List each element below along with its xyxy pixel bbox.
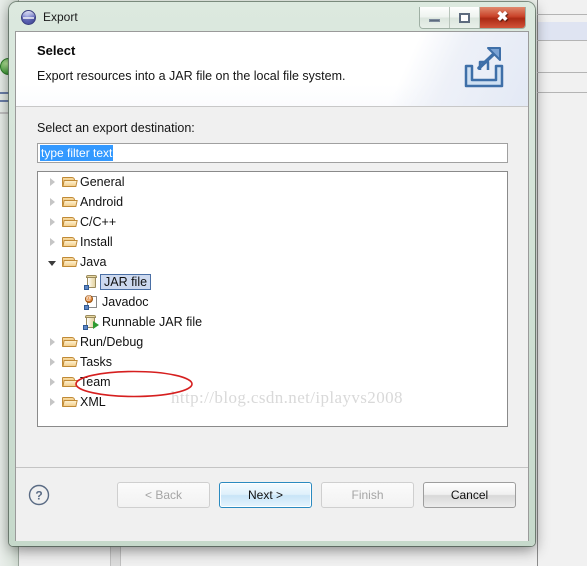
tree-item-install[interactable]: Install	[38, 232, 507, 252]
tree-item-label: C/C++	[80, 215, 117, 229]
dialog-button-row: < Back Next > Finish Cancel	[117, 482, 516, 508]
tree-item-label: Run/Debug	[80, 335, 144, 349]
maximize-icon	[459, 12, 470, 23]
window-title: Export	[43, 10, 78, 24]
chevron-right-icon[interactable]	[44, 218, 60, 226]
button-label: < Back	[144, 488, 183, 502]
export-dialog: Export ✖ Select Export resources into a …	[9, 2, 535, 546]
dialog-titlebar[interactable]: Export ✖	[15, 7, 529, 31]
tree-item-label: Android	[80, 195, 124, 209]
folder-icon	[60, 356, 78, 368]
javadoc-icon: @	[82, 295, 100, 310]
dialog-header: Select Export resources into a JAR file …	[16, 32, 528, 107]
search-input[interactable]: type filter text	[37, 143, 508, 163]
export-arrow-icon	[456, 42, 512, 96]
folder-icon	[60, 216, 78, 228]
svg-text:?: ?	[35, 489, 42, 503]
eclipse-globe-icon	[21, 10, 36, 25]
next-button[interactable]: Next >	[219, 482, 312, 508]
folder-icon	[60, 196, 78, 208]
tree-item-label: Java	[80, 255, 107, 269]
tree-item-jar-file[interactable]: JAR file	[38, 272, 507, 292]
runnable-jar-icon	[82, 315, 100, 330]
folder-icon	[60, 396, 78, 408]
tree-item-label: Team	[80, 375, 111, 389]
tree-item-team[interactable]: Team	[38, 372, 507, 392]
folder-icon	[60, 236, 78, 248]
button-label: Cancel	[450, 488, 489, 502]
minimize-icon	[429, 19, 440, 22]
cancel-button[interactable]: Cancel	[423, 482, 516, 508]
dialog-body: Select Export resources into a JAR file …	[15, 31, 529, 541]
tree-item-android[interactable]: Android	[38, 192, 507, 212]
page-description: Export resources into a JAR file on the …	[37, 69, 346, 83]
button-label: Next >	[247, 488, 283, 502]
window-controls[interactable]: ✖	[419, 7, 526, 29]
dialog-content: Select an export destination: type filte…	[16, 107, 528, 467]
tree-item-label: JAR file	[100, 274, 152, 290]
close-button[interactable]: ✖	[480, 7, 525, 28]
finish-button: Finish	[321, 482, 414, 508]
background-editor-table	[537, 0, 587, 566]
help-icon[interactable]: ?	[28, 484, 50, 506]
chevron-down-icon[interactable]	[44, 259, 60, 266]
tree-item-tasks[interactable]: Tasks	[38, 352, 507, 372]
dialog-footer: ? < Back Next > Finish Cancel	[16, 467, 528, 541]
tree-item-label: Javadoc	[102, 295, 149, 309]
search-input-value: type filter text	[40, 145, 114, 161]
folder-icon	[60, 176, 78, 188]
back-button: < Back	[117, 482, 210, 508]
chevron-right-icon[interactable]	[44, 198, 60, 206]
jar-file-icon	[82, 275, 100, 290]
tree-item-java[interactable]: Java	[38, 252, 507, 272]
tree-item-label: Runnable JAR file	[102, 315, 203, 329]
chevron-right-icon[interactable]	[44, 378, 60, 386]
export-destination-tree[interactable]: General Android C/C++ Install Java JAR file @ J…	[37, 171, 508, 427]
tree-item-label: Tasks	[80, 355, 112, 369]
chevron-right-icon[interactable]	[44, 338, 60, 346]
tree-item-xml[interactable]: XML	[38, 392, 507, 412]
close-icon: ✖	[496, 9, 509, 25]
chevron-right-icon[interactable]	[44, 358, 60, 366]
page-title: Select	[37, 43, 76, 58]
destination-label: Select an export destination:	[37, 121, 195, 135]
tree-item-label: Install	[80, 235, 113, 249]
tree-item-c-c[interactable]: C/C++	[38, 212, 507, 232]
folder-icon	[60, 336, 78, 348]
background-table-row-selected	[538, 22, 587, 40]
maximize-button[interactable]	[450, 7, 480, 28]
chevron-right-icon[interactable]	[44, 238, 60, 246]
folder-icon	[60, 256, 78, 268]
tree-item-general[interactable]: General	[38, 172, 507, 192]
folder-icon	[60, 376, 78, 388]
tree-item-run-debug[interactable]: Run/Debug	[38, 332, 507, 352]
chevron-right-icon[interactable]	[44, 178, 60, 186]
tree-item-label: XML	[80, 395, 106, 409]
tree-item-javadoc[interactable]: @ Javadoc	[38, 292, 507, 312]
minimize-button[interactable]	[420, 7, 450, 28]
chevron-right-icon[interactable]	[44, 398, 60, 406]
button-label: Finish	[351, 488, 384, 502]
tree-item-runnable-jar-file[interactable]: Runnable JAR file	[38, 312, 507, 332]
tree-item-label: General	[80, 175, 125, 189]
